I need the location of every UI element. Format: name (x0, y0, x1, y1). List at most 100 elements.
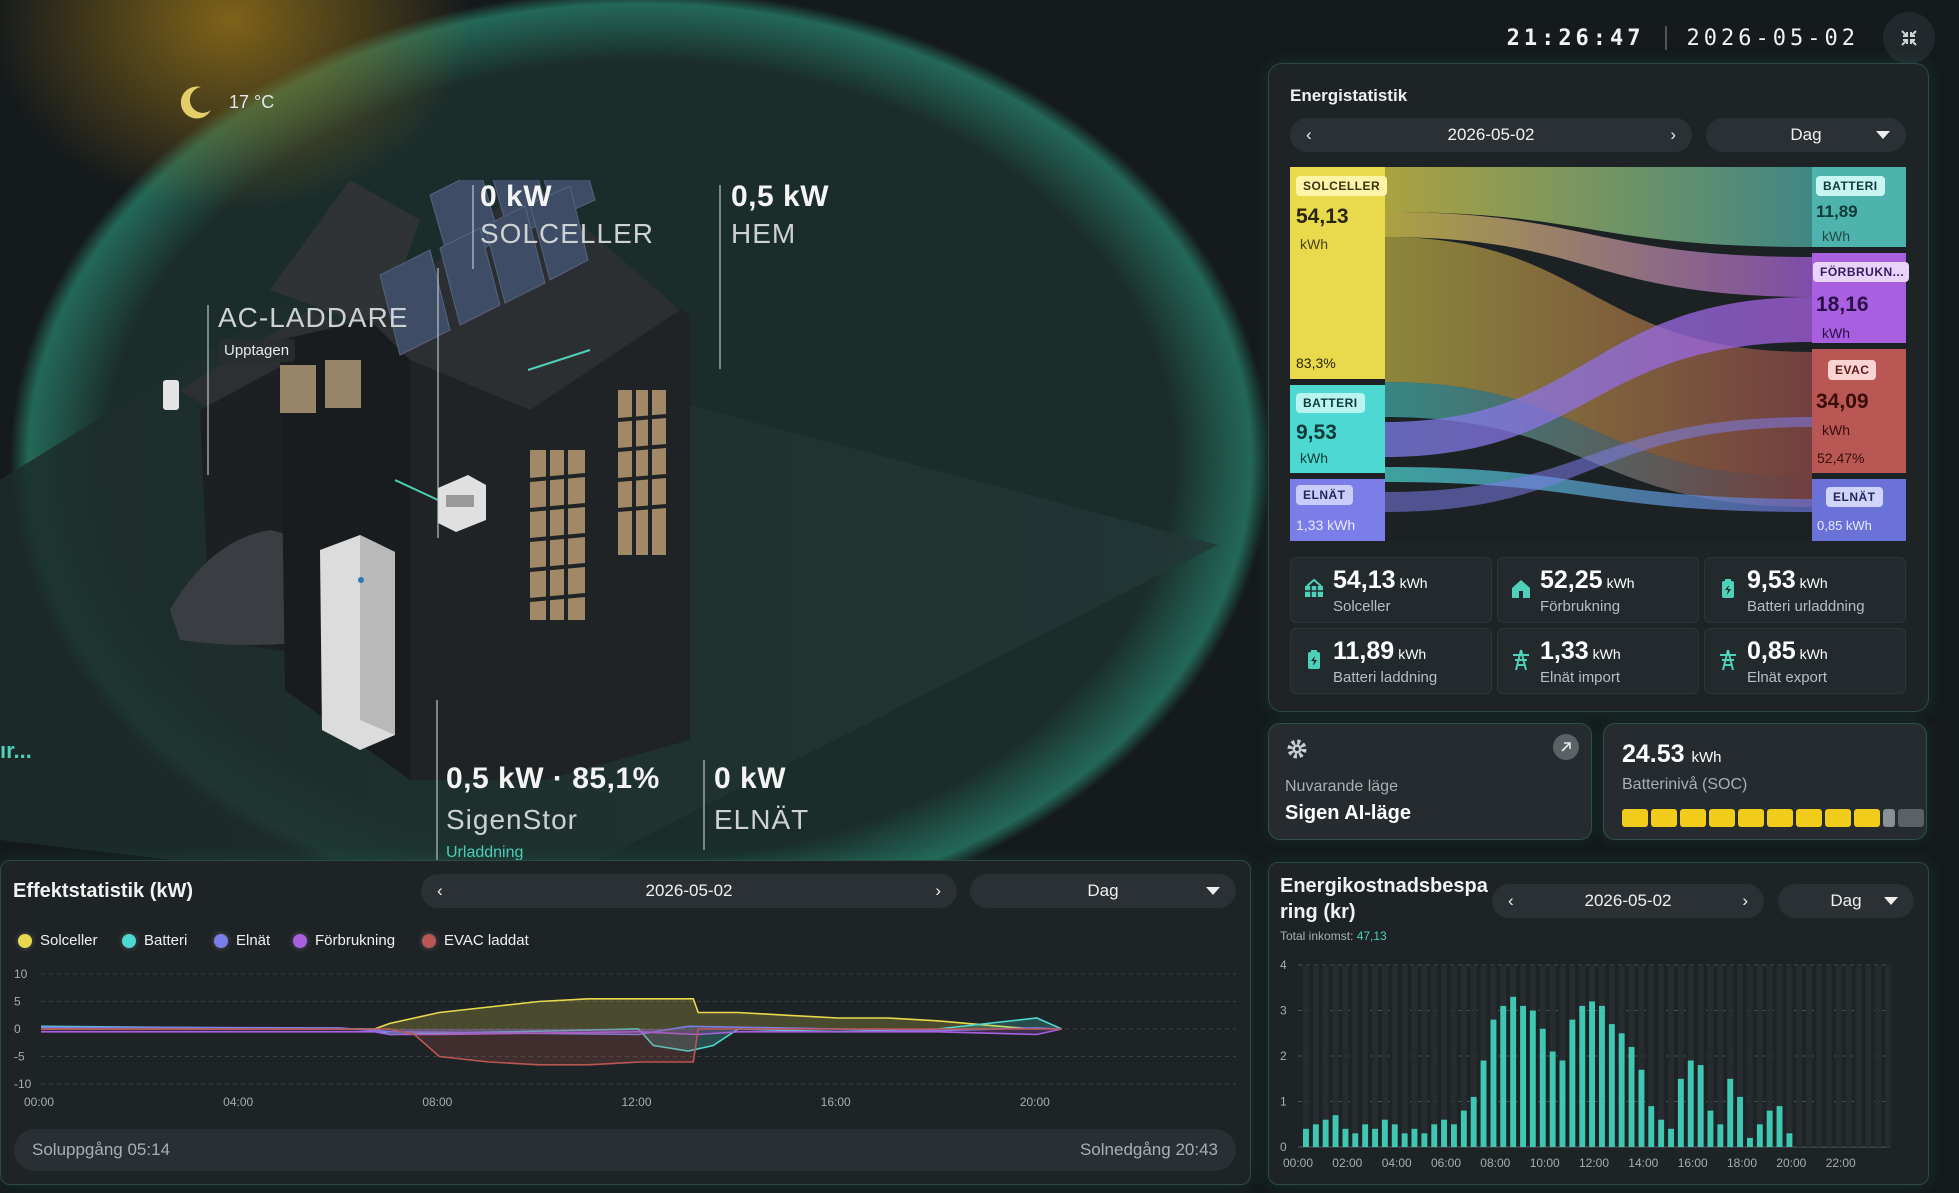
x-tick-label: 14:00 (1628, 1156, 1658, 1170)
bar (1312, 1124, 1319, 1148)
bar-background (1411, 965, 1418, 1147)
sankey-source-battery-unit: kWh (1300, 450, 1328, 466)
y-tick-label: -10 (14, 1077, 32, 1091)
y-tick-label: -5 (14, 1050, 25, 1064)
power-next-day-button[interactable]: › (935, 881, 941, 901)
legend-consumption[interactable]: Förbrukning (293, 932, 395, 949)
bar (1372, 1128, 1378, 1147)
soc-unit: kWh (1691, 749, 1722, 766)
stat-grid-export-label: Elnät export (1747, 669, 1828, 686)
soc-segment (1680, 809, 1706, 827)
sankey-target-battery-value: 11,89 (1816, 202, 1858, 221)
bar (1490, 1019, 1497, 1147)
x-tick-label: 18:00 (1727, 1156, 1757, 1170)
battery-readout: 0,5 kW · 85,1% SigenStor Urladdning (446, 762, 660, 862)
weather-widget: 17 °C (175, 82, 274, 122)
sankey-target-grid-value: 0,85 kWh (1817, 518, 1872, 533)
bar (1589, 1001, 1595, 1147)
savings-prev-day-button[interactable]: ‹ (1508, 891, 1514, 911)
series-area-EVAC laddat (41, 1029, 1062, 1065)
clock-time: 21:26:47 (1506, 25, 1645, 51)
bar (1411, 1128, 1418, 1147)
grid-power: 0 kW (714, 762, 787, 795)
legend-grid[interactable]: Elnät (214, 932, 270, 949)
sankey-target-battery-label: BATTERI (1816, 176, 1885, 196)
stat-battery-charge-unit: kWh (1398, 646, 1427, 662)
prev-day-button[interactable]: ‹ (1306, 125, 1312, 145)
battery-charge-icon (1308, 650, 1320, 669)
bar-background (1865, 965, 1872, 1147)
bar (1766, 1110, 1773, 1147)
y-tick-label: 0 (1280, 1140, 1287, 1154)
stat-battery-charge-label: Batteri laddning (1333, 669, 1438, 686)
stat-tile-grid-import: 1,33 kWh Elnät import (1497, 628, 1699, 694)
bar (1480, 1060, 1487, 1147)
bar-background (1756, 965, 1763, 1147)
soc-segment (1898, 809, 1924, 827)
legend-solar-label: Solceller (40, 932, 98, 949)
stat-grid-export-unit: kWh (1799, 646, 1828, 662)
grid-tower-icon (1720, 649, 1736, 671)
sankey-diagram (1290, 167, 1906, 541)
y-tick-label: 0 (14, 1022, 21, 1036)
moon-icon (180, 86, 211, 119)
x-tick-label: 20:00 (1776, 1156, 1806, 1170)
legend-grid-label: Elnät (236, 932, 271, 949)
soc-segment (1796, 809, 1822, 827)
legend-solar[interactable]: Solceller (18, 932, 98, 949)
sankey-target-evac-pct: 52,47% (1817, 450, 1865, 466)
bar-background (1352, 965, 1359, 1147)
energy-period-select[interactable]: Dag (1706, 118, 1906, 152)
power-period-select[interactable]: Dag (970, 874, 1236, 908)
x-tick-label: 12:00 (622, 1095, 652, 1109)
x-tick-label: 00:00 (24, 1095, 54, 1109)
savings-total-label: Total inkomst: (1280, 929, 1354, 943)
bar-background (1391, 965, 1398, 1147)
sankey-source-battery-value: 9,53 (1296, 421, 1337, 444)
y-tick-label: 2 (1280, 1049, 1287, 1063)
home-readout: 0,5 kW HEM (731, 180, 829, 250)
bar (1599, 1005, 1605, 1147)
power-prev-day-button[interactable]: ‹ (437, 881, 443, 901)
bar (1510, 996, 1517, 1147)
legend-grid-dot (214, 933, 228, 948)
bar (1421, 1133, 1428, 1147)
open-mode-button[interactable] (1553, 734, 1579, 760)
bar-background (1303, 965, 1309, 1147)
savings-bar-chart: 4 3 2 1 0 00:00 02:00 04:00 06:00 08:00 10:00 12:00… (1280, 958, 1891, 1170)
soc-segment (1825, 809, 1851, 827)
x-tick-label: 02:00 (1332, 1156, 1362, 1170)
home-label: HEM (731, 218, 797, 249)
bar (1391, 1124, 1398, 1148)
clock: 21:26:47 2026-05-02 (1507, 16, 1859, 60)
legend-evac[interactable]: EVAC laddat (422, 932, 529, 949)
next-day-button[interactable]: › (1670, 125, 1676, 145)
grid-connector (703, 760, 705, 850)
bar-background (1312, 965, 1319, 1147)
stat-battery-charge-value: 11,89 (1333, 637, 1395, 665)
power-period-value: Dag (1087, 881, 1119, 900)
x-tick-label: 00:00 (1283, 1156, 1313, 1170)
savings-period-value: Dag (1830, 891, 1862, 910)
home-connector (719, 185, 721, 369)
bar (1756, 1124, 1763, 1148)
chevron-down-icon (1876, 131, 1890, 139)
legend-battery[interactable]: Batteri (122, 932, 187, 949)
savings-next-day-button[interactable]: › (1742, 891, 1748, 911)
x-tick-label: 16:00 (1678, 1156, 1708, 1170)
savings-period-select[interactable]: Dag (1778, 884, 1914, 918)
x-tick-label: 22:00 (1826, 1156, 1856, 1170)
bar (1786, 1133, 1793, 1147)
mode-card[interactable]: Nuvarande läge Sigen AI-läge (1268, 723, 1592, 840)
bar (1500, 1005, 1507, 1147)
bar (1529, 1010, 1536, 1147)
collapse-button[interactable] (1883, 12, 1935, 64)
battery-connector (436, 700, 438, 860)
energy-period-value: Dag (1790, 125, 1822, 144)
x-tick-label: 20:00 (1020, 1095, 1050, 1109)
bar (1431, 1124, 1438, 1148)
sunrise-label: Soluppgång 05:14 (32, 1140, 171, 1159)
sankey-target-evac-value: 34,09 (1816, 390, 1869, 413)
bar (1332, 1115, 1339, 1147)
bar-background (1451, 965, 1457, 1147)
